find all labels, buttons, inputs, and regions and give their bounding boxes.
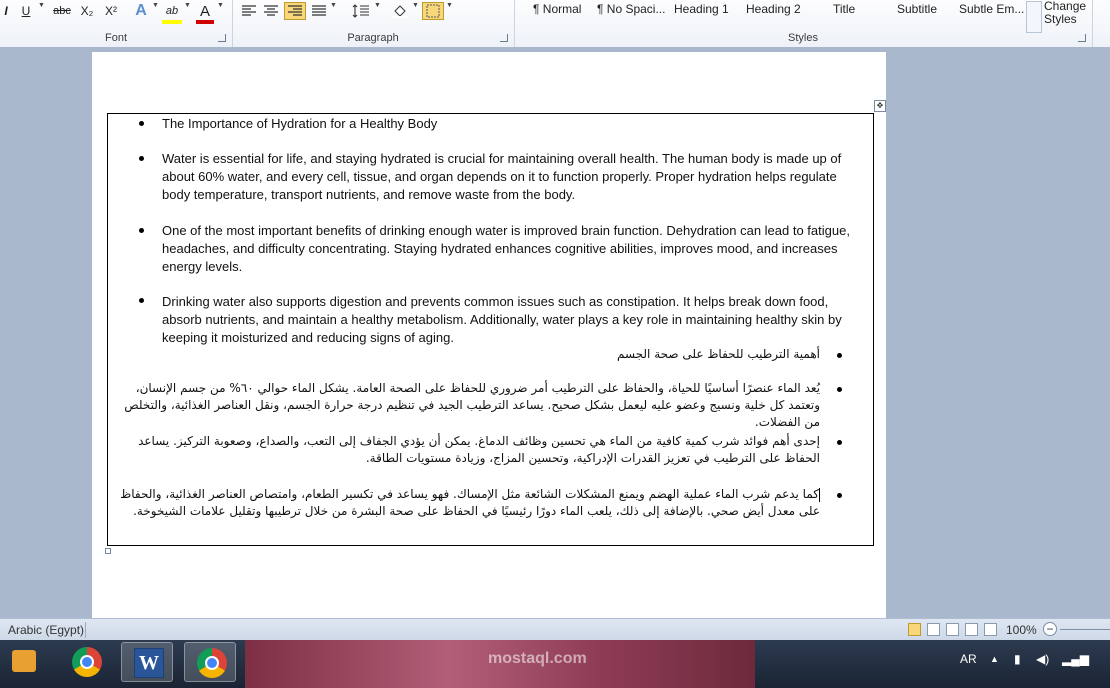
web-layout-view-icon[interactable] — [946, 623, 959, 636]
word-icon: W — [134, 648, 164, 678]
status-separator — [85, 622, 86, 638]
justify-icon — [312, 5, 326, 16]
volume-icon[interactable]: ◀) — [1036, 652, 1049, 666]
text-effects-button[interactable]: A — [132, 2, 150, 20]
style-subtitle[interactable]: Subtitle — [897, 2, 937, 20]
superscript-button[interactable]: X² — [100, 2, 122, 20]
highlight-dropdown-icon[interactable]: ▼ — [184, 2, 191, 9]
taskbar-chrome[interactable] — [60, 642, 112, 682]
style-title[interactable]: Title — [833, 2, 855, 20]
show-hidden-icons-icon[interactable]: ▲ — [990, 654, 999, 664]
underline-dropdown-icon[interactable]: ▼ — [38, 2, 45, 9]
justify-button[interactable] — [310, 2, 328, 20]
style-no-spacing[interactable]: ¶ No Spaci... — [597, 2, 665, 20]
subscript-button[interactable]: X₂ — [76, 2, 98, 20]
bullet-icon — [139, 121, 144, 126]
english-title: The Importance of Hydration for a Health… — [162, 116, 438, 131]
bullet-icon — [837, 387, 842, 392]
arabic-paragraph-3: كما يدعم شرب الماء عملية الهضم ويمنع الم… — [120, 487, 820, 518]
style-normal[interactable]: ¶ Normal — [533, 2, 581, 20]
paragraph-dialog-launcher-icon[interactable] — [500, 34, 508, 42]
style-heading-2[interactable]: Heading 2 — [746, 2, 801, 20]
taskbar-word[interactable]: W — [121, 642, 173, 682]
justify-dropdown-icon[interactable]: ▼ — [330, 2, 337, 9]
paragraph-group: ▼ ▼ ▼ ▼ Paragraph — [232, 0, 515, 47]
paint-bucket-icon — [392, 5, 408, 18]
align-right-button[interactable] — [284, 2, 306, 20]
arabic-title: أهمية الترطيب للحفاظ على صحة الجسم — [616, 347, 820, 361]
styles-dialog-launcher-icon[interactable] — [1078, 34, 1086, 42]
full-screen-reading-view-icon[interactable] — [927, 623, 940, 636]
font-color-dropdown-icon[interactable]: ▼ — [217, 2, 224, 9]
borders-button[interactable] — [422, 2, 444, 20]
align-center-icon — [264, 5, 278, 16]
align-left-button[interactable] — [240, 2, 258, 20]
english-paragraph-2: One of the most important benefits of dr… — [162, 223, 850, 274]
zoom-level[interactable]: 100% — [1006, 623, 1037, 637]
zoom-slider[interactable] — [1060, 629, 1110, 630]
chrome-icon — [197, 648, 227, 678]
bullet-icon — [139, 156, 144, 161]
italic-button[interactable]: I — [0, 2, 12, 20]
ribbon: I U ▼ abc X₂ X² A ▼ ab ▼ A ▼ Font ▼ ▼ ▼ … — [0, 0, 1110, 48]
font-dialog-launcher-icon[interactable] — [218, 34, 226, 42]
change-styles-button[interactable]: Change Styles — [1044, 0, 1090, 26]
taskbar-chrome-2[interactable] — [184, 642, 236, 682]
desktop-background: mostaql.com — [245, 640, 755, 688]
line-spacing-icon — [352, 4, 369, 18]
bullet-icon — [139, 228, 144, 233]
language-indicator[interactable]: Arabic (Egypt) — [8, 623, 84, 637]
shading-button[interactable] — [390, 2, 410, 20]
highlight-button[interactable]: ab — [162, 2, 182, 24]
bullet-icon — [139, 298, 144, 303]
line-spacing-button[interactable] — [350, 2, 372, 20]
borders-icon — [426, 4, 440, 18]
borders-dropdown-icon[interactable]: ▼ — [446, 2, 453, 9]
network-icon[interactable]: ▂▄▆ — [1062, 652, 1089, 666]
english-paragraph-1: Water is essential for life, and staying… — [162, 151, 842, 202]
font-color-button[interactable]: A — [196, 2, 214, 24]
line-spacing-dropdown-icon[interactable]: ▼ — [374, 2, 381, 9]
align-center-button[interactable] — [262, 2, 280, 20]
table-move-handle-icon[interactable]: ✥ — [874, 100, 886, 112]
status-bar: Arabic (Egypt) 100% − — [0, 618, 1110, 641]
english-paragraph-3: Drinking water also supports digestion a… — [162, 294, 842, 345]
table-resize-handle[interactable] — [105, 548, 111, 554]
font-group-label: Font — [104, 32, 127, 44]
style-heading-1[interactable]: Heading 1 — [674, 2, 729, 20]
print-layout-view-icon[interactable] — [908, 623, 921, 636]
bullet-icon — [837, 493, 842, 498]
chrome-icon — [72, 647, 102, 677]
arabic-paragraph-1: يُعد الماء عنصرًا أساسيًا للحياة، والحفا… — [124, 381, 820, 429]
text-effects-dropdown-icon[interactable]: ▼ — [152, 2, 159, 9]
align-right-icon — [288, 5, 302, 16]
media-player-icon — [12, 650, 36, 672]
battery-icon[interactable]: ▮ — [1014, 652, 1021, 666]
zoom-out-icon[interactable]: − — [1043, 622, 1057, 636]
bullet-icon — [837, 440, 842, 445]
taskbar: mostaql.com W AR ▲ ▮ ◀) ▂▄▆ — [0, 640, 1110, 688]
input-language-indicator[interactable]: AR — [960, 652, 977, 666]
arabic-paragraph-2: إحدى أهم فوائد شرب كمية كافية من الماء ه… — [138, 434, 820, 465]
shading-dropdown-icon[interactable]: ▼ — [412, 2, 419, 9]
font-group: I U ▼ abc X₂ X² A ▼ ab ▼ A ▼ Font — [0, 0, 233, 47]
styles-gallery-scroll[interactable] — [1026, 1, 1042, 33]
paragraph-group-label: Paragraph — [347, 32, 399, 44]
strikethrough-button[interactable]: abc — [50, 2, 74, 20]
outline-view-icon[interactable] — [965, 623, 978, 636]
align-left-icon — [242, 5, 256, 16]
underline-button[interactable]: U — [18, 2, 34, 20]
styles-group-label: Styles — [788, 32, 818, 44]
taskbar-media-player[interactable] — [0, 642, 52, 682]
text-cursor — [819, 487, 820, 502]
bullet-icon — [837, 353, 842, 358]
draft-view-icon[interactable] — [984, 623, 997, 636]
styles-group: ¶ Normal ¶ No Spaci... Heading 1 Heading… — [514, 0, 1093, 47]
watermark-text: mostaql.com — [488, 650, 587, 667]
style-subtle-emphasis[interactable]: Subtle Em... — [959, 2, 1024, 20]
